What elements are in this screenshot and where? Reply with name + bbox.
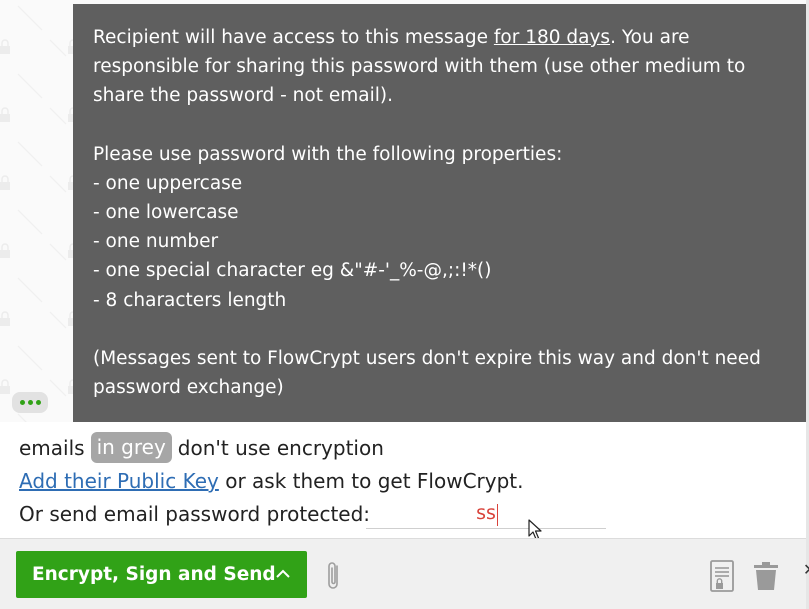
tooltip-properties-intro: Please use password with the following p… [93,143,563,165]
document-lock-icon[interactable] [710,560,734,596]
expand-quoted-ellipsis-icon[interactable] [12,392,48,413]
compose-window: Recipient will have access to this messa… [0,0,809,609]
ask-flowcrypt-text: or ask them to get FlowCrypt. [218,469,524,493]
add-key-line: Add their Public Key or ask them to get … [19,469,524,493]
password-info-tooltip: Recipient will have access to this messa… [73,4,806,422]
text-caret [497,504,498,526]
add-public-key-link[interactable]: Add their Public Key [19,469,219,493]
grey-recipient-badge: in grey [90,432,172,463]
emails-label: emails [19,435,85,460]
tooltip-expiry-text: Recipient will have access to this messa… [93,27,494,48]
tooltip-footnote: (Messages sent to FlowCrypt users don't … [93,347,761,399]
encryption-warning-panel: emails in grey don't use encryption Add … [0,422,806,540]
paperclip-icon[interactable] [325,560,343,596]
tooltip-property-item: - one uppercase [93,172,243,194]
no-encryption-notice: emails in grey don't use encryption [19,432,384,463]
tooltip-property-item: - 8 characters length [93,289,287,311]
send-button-label: Encrypt, Sign and Send [32,564,276,585]
tooltip-expiry-paragraph: Recipient will have access to this messa… [93,23,788,111]
compose-footer: Encrypt, Sign and Send [0,538,806,609]
no-encryption-text: don't use encryption [177,435,384,460]
close-icon[interactable]: ✕ [803,560,809,579]
chevron-up-icon[interactable] [275,566,291,587]
encrypt-sign-send-button[interactable]: Encrypt, Sign and Send [16,551,307,598]
tooltip-property-item: - one lowercase [93,202,239,224]
tooltip-property-item: - one number [93,231,219,253]
tooltip-property-item: - one special character eg &"#-'_%-@,;:!… [93,260,492,282]
tooltip-expiry-days: for 180 days [493,27,611,48]
trash-icon[interactable] [753,561,779,595]
password-prompt-label: Or send email password protected: [19,502,371,526]
message-password-input[interactable] [366,498,606,529]
